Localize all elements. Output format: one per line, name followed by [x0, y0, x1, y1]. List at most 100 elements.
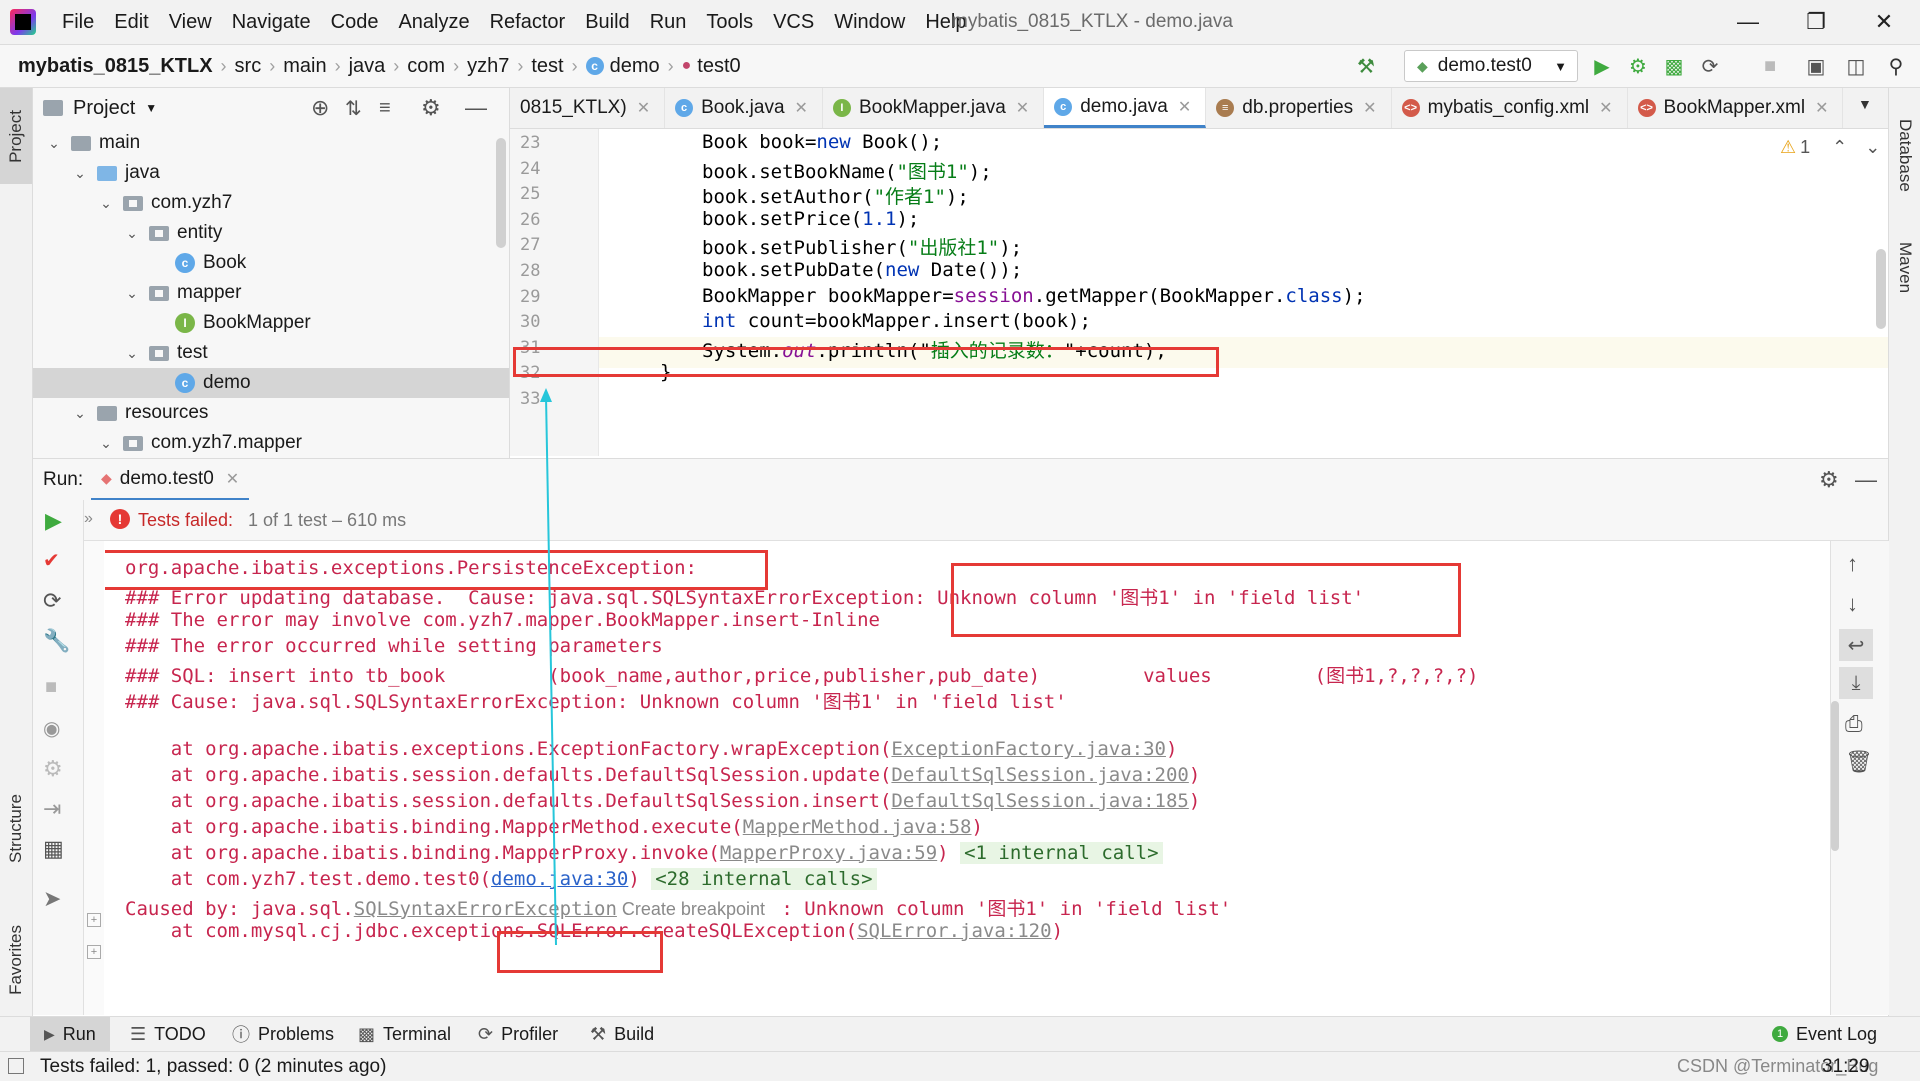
- maven-tool-button[interactable]: Maven: [1889, 228, 1920, 308]
- rerun-icon[interactable]: ▶: [45, 508, 62, 534]
- tree-item[interactable]: ⌄ mapper: [33, 278, 509, 308]
- tree-item[interactable]: c demo: [33, 368, 509, 398]
- tree-item[interactable]: ⌄ main: [33, 128, 509, 158]
- close-icon[interactable]: ✕: [1016, 98, 1029, 118]
- stacktrace-link[interactable]: MapperMethod.java:58: [743, 816, 972, 838]
- close-icon[interactable]: ✕: [795, 98, 808, 118]
- run-tool-button[interactable]: ▶ Run: [30, 1017, 110, 1051]
- problems-tool-button[interactable]: ⓘ Problems: [232, 1017, 334, 1051]
- stacktrace-link[interactable]: DefaultSqlSession.java:200: [891, 764, 1188, 786]
- gear-icon[interactable]: ⚙: [421, 95, 441, 121]
- menu-navigate[interactable]: Navigate: [222, 11, 321, 34]
- locate-file-icon[interactable]: ⊕: [311, 95, 329, 121]
- menu-window[interactable]: Window: [824, 11, 915, 34]
- pin-icon[interactable]: ➤: [43, 886, 61, 912]
- structure-tool-button[interactable]: Structure: [0, 768, 32, 888]
- stop-icon[interactable]: ■: [1754, 51, 1786, 81]
- close-icon[interactable]: ✕: [1363, 98, 1376, 118]
- chevron-down-icon[interactable]: ⌄: [123, 345, 141, 362]
- debug-icon[interactable]: ⚙: [1622, 51, 1654, 81]
- chevron-up-icon[interactable]: ⌃: [1832, 137, 1847, 158]
- tabs-overflow-icon[interactable]: ▼: [1858, 96, 1872, 112]
- close-icon[interactable]: ✕: [226, 469, 239, 489]
- expand-fold-icon[interactable]: +: [87, 945, 101, 959]
- breadcrumb-test[interactable]: test: [531, 55, 563, 78]
- rerun-failed-icon[interactable]: ✔: [43, 548, 60, 573]
- menu-edit[interactable]: Edit: [104, 11, 158, 34]
- menu-code[interactable]: Code: [321, 11, 389, 34]
- menu-run[interactable]: Run: [640, 11, 697, 34]
- chevron-down-icon[interactable]: ⌄: [97, 195, 115, 212]
- profile-icon[interactable]: ⟳: [1694, 51, 1726, 81]
- tree-item[interactable]: I BookMapper: [33, 308, 509, 338]
- todo-tool-button[interactable]: ☰ TODO: [130, 1017, 206, 1051]
- stacktrace-link[interactable]: MapperProxy.java:59: [720, 842, 937, 864]
- project-tool-button[interactable]: Project: [0, 88, 32, 184]
- menu-view[interactable]: View: [159, 11, 222, 34]
- editor-tab[interactable]: 0815_KTLX) ✕: [510, 88, 666, 128]
- close-icon[interactable]: ✕: [1599, 98, 1612, 118]
- project-scrollbar[interactable]: [496, 138, 506, 248]
- minimize-icon[interactable]: —: [1720, 0, 1776, 44]
- terminal-tool-button[interactable]: ▩ Terminal: [358, 1017, 451, 1051]
- editor-tab[interactable]: <> mybatis_config.xml ✕: [1392, 88, 1628, 128]
- menu-analyze[interactable]: Analyze: [388, 11, 479, 34]
- tree-item[interactable]: ⌄ java: [33, 158, 509, 188]
- arrow-down-icon[interactable]: ↓: [1847, 591, 1858, 617]
- stacktrace-link[interactable]: SQLError.java:120: [857, 920, 1051, 942]
- tree-item[interactable]: ⌄ entity: [33, 218, 509, 248]
- chevron-down-icon[interactable]: ⌄: [97, 435, 115, 452]
- coverage-icon[interactable]: ▩: [1658, 51, 1690, 81]
- breadcrumb-com[interactable]: com: [407, 55, 445, 78]
- scroll-to-end-icon[interactable]: ⤓: [1839, 667, 1873, 699]
- layout-icon[interactable]: ▦: [43, 836, 64, 862]
- inspection-widget[interactable]: ⚠ 1 ⌃ ⌄: [1780, 137, 1880, 158]
- editor-scrollbar[interactable]: [1876, 249, 1886, 329]
- stacktrace-link[interactable]: SQLSyntaxErrorException: [354, 898, 617, 920]
- menu-vcs[interactable]: VCS: [763, 11, 824, 34]
- editor-tab[interactable]: c Book.java ✕: [665, 88, 823, 128]
- chevron-down-icon[interactable]: ▼: [145, 101, 157, 115]
- build-hammer-icon[interactable]: ⚒: [1350, 51, 1382, 81]
- breadcrumb-yzh7[interactable]: yzh7: [467, 55, 509, 78]
- wrench-icon[interactable]: 🔧: [43, 628, 70, 654]
- close-icon[interactable]: ✕: [1178, 97, 1191, 117]
- internal-calls-fold[interactable]: <28 internal calls>: [651, 867, 877, 890]
- tree-item[interactable]: ⌄ resources: [33, 398, 509, 428]
- stacktrace-link[interactable]: DefaultSqlSession.java:185: [891, 790, 1188, 812]
- stop-icon[interactable]: ■: [45, 676, 57, 699]
- chevron-down-icon[interactable]: ⌄: [45, 135, 63, 152]
- close-icon[interactable]: ✕: [637, 98, 650, 118]
- breadcrumb-project[interactable]: mybatis_0815_KTLX: [18, 55, 213, 78]
- project-panel-title[interactable]: Project: [73, 97, 135, 120]
- profiler-tool-button[interactable]: ⟳ Profiler: [478, 1017, 558, 1051]
- event-log-tool-button[interactable]: 1 Event Log: [1772, 1017, 1877, 1051]
- run-icon[interactable]: ▶: [1586, 51, 1618, 81]
- menu-tools[interactable]: Tools: [696, 11, 763, 34]
- console-scrollbar[interactable]: [1831, 701, 1839, 851]
- close-icon[interactable]: ✕: [1815, 98, 1828, 118]
- editor-tab[interactable]: I BookMapper.java ✕: [823, 88, 1045, 128]
- internal-calls-fold[interactable]: <1 internal call>: [960, 841, 1163, 864]
- breadcrumb-java[interactable]: java: [349, 55, 386, 78]
- restore-icon[interactable]: ❐: [1788, 0, 1844, 44]
- print-icon[interactable]: ⎙: [1845, 711, 1863, 737]
- database-tool-button[interactable]: Database: [1889, 100, 1920, 210]
- code-editor[interactable]: 23 24 25 26 27 28 29 30 31 32 33 Book book=new Boo…: [510, 129, 1888, 456]
- tree-item[interactable]: ⌄ com.yzh7: [33, 188, 509, 218]
- import-icon[interactable]: ⇥: [43, 796, 61, 822]
- chevron-down-icon[interactable]: ⌄: [71, 405, 89, 422]
- tree-item[interactable]: ⌄ com.yzh7.mapper: [33, 428, 509, 458]
- chevron-down-icon[interactable]: ⌄: [123, 225, 141, 242]
- chevron-down-icon[interactable]: ⌄: [1865, 137, 1880, 158]
- arrow-up-icon[interactable]: ↑: [1847, 551, 1858, 577]
- editor-tab[interactable]: c demo.java ✕: [1044, 88, 1207, 128]
- create-breakpoint-link[interactable]: Create breakpoint: [617, 899, 770, 919]
- stacktrace-link[interactable]: ExceptionFactory.java:30: [891, 738, 1166, 760]
- project-structure-icon[interactable]: ▣: [1800, 51, 1832, 81]
- chevron-down-icon[interactable]: ⌄: [123, 285, 141, 302]
- camera-icon[interactable]: ◉: [43, 716, 60, 741]
- menu-file[interactable]: File: [52, 11, 104, 34]
- caret-position[interactable]: 31:29: [1822, 1056, 1870, 1078]
- collapse-all-icon[interactable]: ≡: [379, 97, 391, 120]
